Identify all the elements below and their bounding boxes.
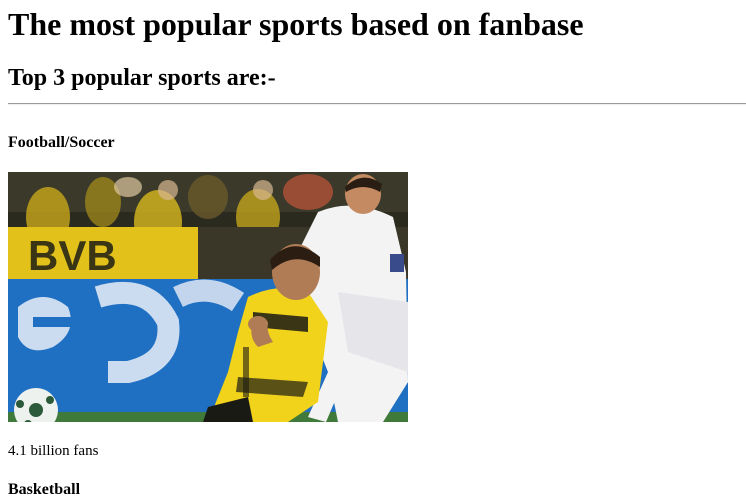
svg-text:BVB: BVB [28,232,117,279]
football-match-photo: BVB [8,172,408,422]
sport-title-basketball: Basketball [8,481,81,498]
page-subtitle: Top 3 popular sports are:- [8,65,276,91]
horizontal-divider [8,103,746,105]
sport-fanbase-football: 4.1 billion fans [8,443,99,459]
page: The most popular sports based on fanbase… [0,0,746,498]
sport-title-football: Football/Soccer [8,134,115,151]
page-title: The most popular sports based on fanbase [8,6,584,42]
